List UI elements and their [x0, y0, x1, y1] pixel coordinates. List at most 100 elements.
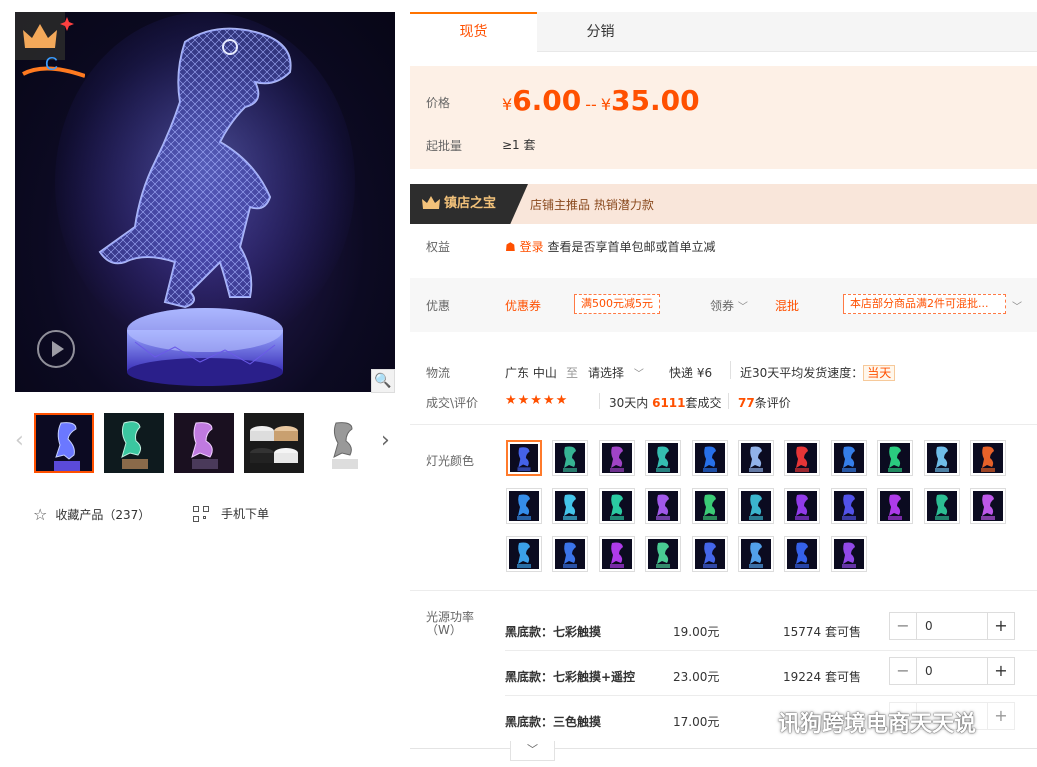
shop-logo: C	[15, 12, 85, 78]
thumb-prev-icon[interactable]: ‹	[15, 428, 24, 453]
deal-count: 30天内 6111套成交	[609, 394, 722, 411]
color-swatch[interactable]	[877, 440, 914, 476]
thumbnail-4[interactable]	[244, 413, 304, 473]
minus-icon[interactable]: −	[890, 613, 917, 639]
benefits-label: 权益	[426, 240, 451, 254]
destination-select[interactable]: 请选择 ﹀	[588, 364, 644, 381]
color-swatch[interactable]	[923, 488, 960, 524]
color-swatch[interactable]	[506, 440, 542, 476]
swatch-image	[694, 539, 725, 569]
color-swatch[interactable]	[598, 536, 635, 572]
ship-speed-label: 近30天平均发货速度：	[740, 366, 864, 380]
swatch-image	[787, 491, 818, 521]
review-count[interactable]: 77条评价	[738, 394, 791, 411]
tab-spot[interactable]: 现货	[410, 12, 537, 52]
tab-distribution[interactable]: 分销	[537, 12, 664, 52]
color-swatch[interactable]	[877, 488, 914, 524]
benefits-content: ☗ 登录 查看是否享首单包邮或首单立减	[505, 238, 715, 255]
color-swatch[interactable]	[691, 488, 728, 524]
price-label: 价格	[426, 96, 451, 110]
login-link[interactable]: 登录	[520, 240, 544, 254]
color-swatch[interactable]	[598, 440, 635, 476]
main-product-image[interactable]: C	[15, 12, 395, 392]
power-unit: （W）	[426, 623, 462, 637]
treasure-text: 店铺主推品 热销潜力款	[530, 198, 654, 212]
color-swatch[interactable]	[830, 440, 867, 476]
minus-icon[interactable]: −	[890, 658, 917, 684]
mobile-order-label: 手机下单	[221, 507, 270, 521]
thumbnail-2[interactable]	[104, 413, 164, 473]
benefits-text: 查看是否享首单包邮或首单立减	[547, 240, 716, 254]
color-swatch[interactable]	[738, 440, 774, 476]
svg-text:C: C	[45, 54, 58, 74]
sku-stock: 15774 套可售	[783, 625, 861, 639]
plus-icon[interactable]: +	[987, 703, 1014, 729]
swatch-image	[973, 491, 1003, 521]
color-swatch[interactable]	[645, 488, 682, 524]
quantity-input[interactable]: 0	[917, 613, 987, 639]
plus-icon[interactable]: +	[987, 613, 1014, 639]
review-suffix: 条评价	[754, 396, 791, 410]
section-divider	[410, 590, 1037, 591]
color-swatch[interactable]	[830, 536, 867, 572]
benefits-row: 权益 ☗ 登录 查看是否享首单包邮或首单立减	[410, 236, 1037, 256]
play-video-button[interactable]	[37, 330, 75, 368]
color-swatch[interactable]	[784, 488, 821, 524]
expand-button[interactable]: ﹀	[510, 741, 555, 761]
claim-coupon-button[interactable]: 领券 ﹀	[710, 297, 748, 314]
swatch-image	[555, 539, 586, 569]
mobile-order-button[interactable]: 手机下单	[193, 505, 269, 522]
coupon-tag[interactable]: 满500元减5元	[574, 294, 660, 314]
favorite-button[interactable]: ☆ 收藏产品（237）	[33, 505, 150, 524]
thumbnail-1[interactable]	[34, 413, 94, 473]
color-swatch[interactable]	[784, 536, 821, 572]
plus-icon[interactable]: +	[987, 658, 1014, 684]
swatch-image	[601, 491, 632, 521]
currency-symbol: ¥	[600, 95, 612, 114]
color-swatch[interactable]	[645, 440, 682, 476]
color-label: 灯光颜色	[426, 454, 475, 468]
color-swatch[interactable]	[598, 488, 635, 524]
sku-name: 黑底款：七彩触摸	[505, 625, 602, 639]
express-fee: 快递 ¥6	[669, 366, 713, 380]
color-swatch[interactable]	[645, 536, 682, 572]
color-swatch[interactable]	[691, 536, 728, 572]
chevron-down-icon: ﹀	[527, 743, 538, 756]
zoom-icon[interactable]: 🔍	[371, 369, 395, 393]
color-swatch[interactable]	[691, 440, 728, 476]
swatch-image	[880, 491, 911, 521]
color-swatch[interactable]	[970, 440, 1006, 476]
color-swatch[interactable]	[970, 488, 1006, 524]
swatch-image	[926, 443, 957, 473]
star-outline-icon: ☆	[33, 505, 48, 524]
swatch-image	[555, 443, 586, 473]
divider	[730, 361, 731, 379]
swatch-image	[926, 491, 957, 521]
sku-stock: 19224 套可售	[783, 670, 861, 684]
swatch-image	[648, 539, 679, 569]
swatch-image	[741, 491, 771, 521]
quantity-stepper: − 0 +	[889, 612, 1015, 640]
color-swatch[interactable]	[830, 488, 867, 524]
color-swatch[interactable]	[923, 440, 960, 476]
color-swatch[interactable]	[506, 488, 542, 524]
treasure-badge-label: 镇店之宝	[444, 196, 497, 211]
mix-tag[interactable]: 本店部分商品满2件可混批...	[843, 294, 1006, 314]
deal-prefix: 30天内	[609, 396, 649, 410]
thumb-next-icon[interactable]: ›	[381, 428, 390, 453]
swatch-image	[973, 443, 1003, 473]
color-swatch[interactable]	[552, 488, 589, 524]
destination-label: 请选择	[588, 366, 625, 380]
color-swatch[interactable]	[738, 488, 774, 524]
chevron-down-icon[interactable]: ﹀	[1012, 298, 1022, 313]
color-swatch[interactable]	[506, 536, 542, 572]
sku-row: 黑底款：七彩触摸 19.00元 15774 套可售 − 0 +	[505, 609, 1037, 653]
color-swatch[interactable]	[552, 440, 589, 476]
color-swatch[interactable]	[738, 536, 774, 572]
color-swatch[interactable]	[784, 440, 821, 476]
deal-count-value: 6111	[652, 396, 686, 410]
thumbnail-5[interactable]	[314, 413, 374, 473]
color-swatch[interactable]	[552, 536, 589, 572]
quantity-input[interactable]: 0	[917, 658, 987, 684]
thumbnail-3[interactable]	[174, 413, 234, 473]
